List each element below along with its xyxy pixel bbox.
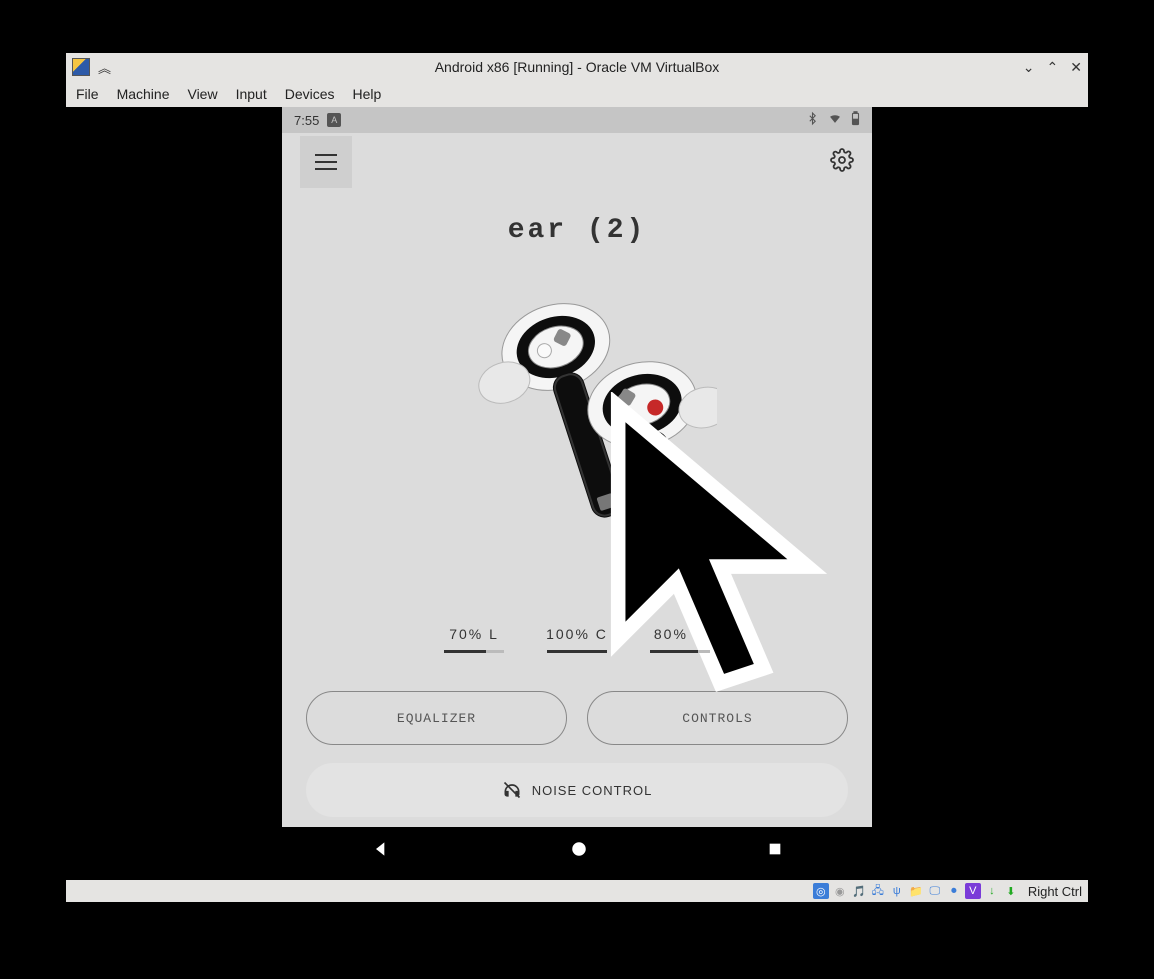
ind-mouse-icon[interactable]: ↓: [984, 883, 1000, 899]
product-name: ear (2): [282, 215, 872, 246]
ind-cpu-icon[interactable]: V: [965, 883, 981, 899]
app-icon: [72, 58, 90, 76]
ind-usb-icon[interactable]: ψ: [889, 883, 905, 899]
android-screen: 7:55 A: [282, 107, 872, 875]
menu-button[interactable]: [300, 136, 352, 188]
nav-recent-button[interactable]: [767, 841, 783, 862]
vm-display[interactable]: 7:55 A: [66, 107, 1088, 880]
battery-left: 70% L: [444, 626, 504, 653]
menu-icon: [315, 161, 337, 163]
ind-harddisk-icon[interactable]: ◎: [813, 883, 829, 899]
nav-back-icon: [371, 839, 391, 859]
product-image: [282, 246, 872, 626]
cursor-icon: [580, 392, 860, 712]
minimize-icon[interactable]: ⌄: [1023, 60, 1035, 74]
window-title: Android x86 [Running] - Oracle VM Virtua…: [66, 59, 1088, 75]
menu-file[interactable]: File: [76, 86, 99, 102]
equalizer-button[interactable]: EQUALIZER: [306, 691, 567, 745]
gear-icon: [830, 148, 854, 172]
ind-shared-folder-icon[interactable]: 📁: [908, 883, 924, 899]
virtualbox-window: ︽ Android x86 [Running] - Oracle VM Virt…: [66, 53, 1088, 902]
nav-recent-icon: [767, 841, 783, 857]
noise-off-icon: [502, 780, 522, 800]
window-titlebar[interactable]: ︽ Android x86 [Running] - Oracle VM Virt…: [66, 53, 1088, 81]
battery-icon: [851, 111, 860, 129]
settings-button[interactable]: [830, 148, 854, 177]
maximize-icon[interactable]: ⌃: [1047, 60, 1059, 74]
wifi-icon: [827, 112, 843, 128]
nav-home-icon: [570, 840, 588, 858]
nothing-x-app: ear (2): [282, 133, 872, 827]
host-key-label: Right Ctrl: [1028, 884, 1082, 899]
menu-devices[interactable]: Devices: [285, 86, 335, 102]
ind-audio-icon[interactable]: 🎵: [851, 883, 867, 899]
noise-control-label: NOISE CONTROL: [532, 783, 653, 798]
menubar: File Machine View Input Devices Help: [66, 81, 1088, 107]
status-clock: 7:55: [294, 113, 319, 128]
ind-keyboard-icon[interactable]: ⬇: [1003, 883, 1019, 899]
ind-network-icon[interactable]: 🖧: [870, 883, 886, 899]
bluetooth-icon: [806, 111, 819, 129]
expand-icon[interactable]: ︽: [98, 58, 111, 77]
close-icon[interactable]: ✕: [1070, 60, 1082, 74]
menu-machine[interactable]: Machine: [117, 86, 170, 102]
menu-view[interactable]: View: [187, 86, 217, 102]
ind-recording-icon[interactable]: ⏺: [946, 883, 962, 899]
nav-back-button[interactable]: [371, 839, 391, 864]
menu-help[interactable]: Help: [353, 86, 382, 102]
ind-optical-icon[interactable]: ◉: [832, 883, 848, 899]
ind-display-icon[interactable]: 🖵: [927, 883, 943, 899]
nav-home-button[interactable]: [570, 840, 588, 863]
noise-control-button[interactable]: NOISE CONTROL: [306, 763, 848, 817]
android-navbar: [282, 827, 872, 875]
menu-input[interactable]: Input: [236, 86, 267, 102]
vb-statusbar: ◎ ◉ 🎵 🖧 ψ 📁 🖵 ⏺ V ↓ ⬇ Right Ctrl: [66, 880, 1088, 902]
battery-left-label: 70% L: [449, 626, 499, 642]
android-statusbar[interactable]: 7:55 A: [282, 107, 872, 133]
status-badge: A: [327, 113, 341, 127]
